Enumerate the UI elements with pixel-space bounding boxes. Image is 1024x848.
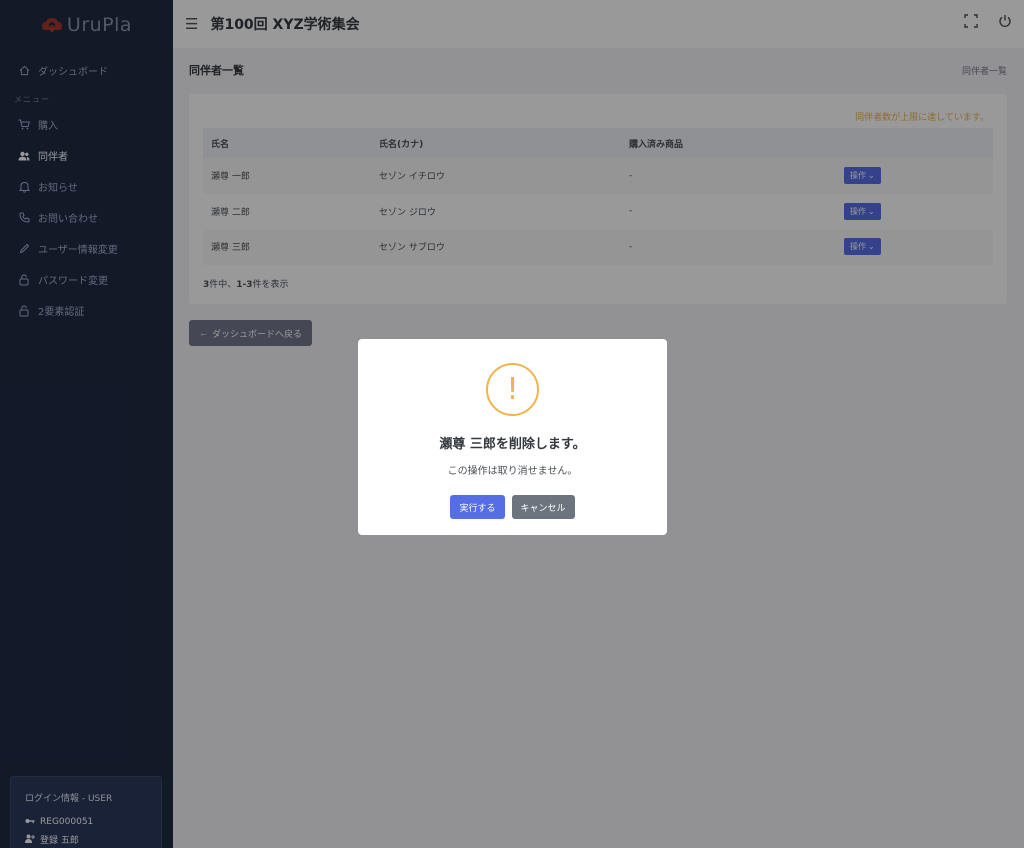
cancel-button[interactable]: キャンセル — [511, 495, 575, 519]
delete-confirm-dialog: ! 瀬尊 三郎を削除します。 この操作は取り消せません。 実行する キャンセル — [358, 339, 667, 535]
dialog-title: 瀬尊 三郎を削除します。 — [439, 437, 586, 452]
warning-icon: ! — [486, 363, 539, 416]
dialog-actions: 実行する キャンセル — [358, 495, 667, 519]
warning-mark: ! — [506, 372, 519, 407]
dialog-message: この操作は取り消せません。 — [447, 466, 578, 477]
confirm-button[interactable]: 実行する — [450, 495, 505, 519]
